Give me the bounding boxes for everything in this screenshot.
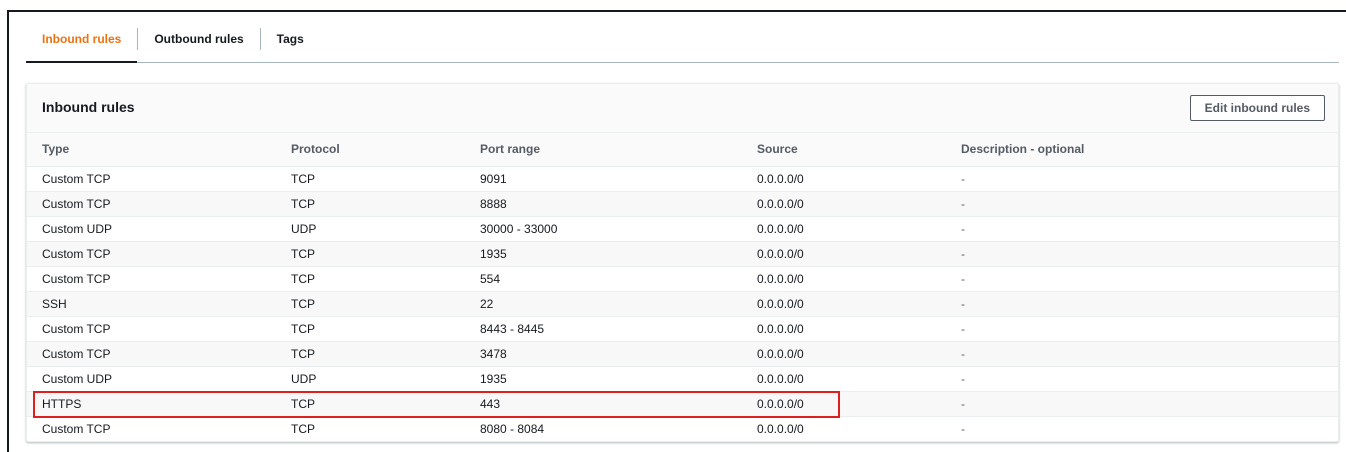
cell-source: 0.0.0.0/0 [742, 316, 946, 342]
column-header-protocol[interactable]: Protocol [276, 133, 465, 167]
cell-source: 0.0.0.0/0 [742, 416, 946, 441]
table-row[interactable]: Custom TCP TCP 8888 0.0.0.0/0 - [27, 191, 1338, 217]
cell-description: - [946, 366, 1338, 392]
cell-source: 0.0.0.0/0 [742, 266, 946, 292]
table-row[interactable]: SSH TCP 22 0.0.0.0/0 - [27, 291, 1338, 317]
column-header-type[interactable]: Type [27, 133, 276, 167]
cell-description: - [946, 266, 1338, 292]
table-row[interactable]: Custom TCP TCP 554 0.0.0.0/0 - [27, 266, 1338, 292]
cell-protocol: TCP [276, 291, 465, 317]
cell-type: SSH [27, 291, 276, 317]
cell-port-range: 8080 - 8084 [465, 416, 742, 441]
cell-port-range: 443 [465, 391, 742, 417]
cell-description: - [946, 191, 1338, 217]
inbound-rules-table: Type Protocol Port range Source Descript… [27, 133, 1338, 441]
cell-description: - [946, 241, 1338, 267]
cell-type: Custom UDP [27, 216, 276, 242]
column-header-port-range[interactable]: Port range [465, 133, 742, 167]
cell-protocol: TCP [276, 316, 465, 342]
table-row[interactable]: Custom UDP UDP 1935 0.0.0.0/0 - [27, 366, 1338, 392]
table-row[interactable]: Custom TCP TCP 3478 0.0.0.0/0 - [27, 341, 1338, 367]
tab-bar: Inbound rules Outbound rules Tags [26, 24, 1339, 63]
table-row[interactable]: Custom TCP TCP 9091 0.0.0.0/0 - [27, 166, 1338, 192]
table-row[interactable]: Custom TCP TCP 8080 - 8084 0.0.0.0/0 - [27, 416, 1338, 441]
cell-description: - [946, 316, 1338, 342]
cell-description: - [946, 216, 1338, 242]
cell-port-range: 8443 - 8445 [465, 316, 742, 342]
cell-protocol: TCP [276, 191, 465, 217]
cell-protocol: UDP [276, 366, 465, 392]
tab-tags[interactable]: Tags [261, 24, 320, 62]
cell-port-range: 554 [465, 266, 742, 292]
column-header-description[interactable]: Description - optional [946, 133, 1338, 167]
table-row[interactable]: Custom TCP TCP 8443 - 8445 0.0.0.0/0 - [27, 316, 1338, 342]
cell-port-range: 1935 [465, 241, 742, 267]
cell-protocol: TCP [276, 266, 465, 292]
cell-description: - [946, 291, 1338, 317]
edit-inbound-rules-button[interactable]: Edit inbound rules [1189, 95, 1325, 121]
tab-outbound-rules[interactable]: Outbound rules [138, 24, 259, 62]
cell-description: - [946, 166, 1338, 192]
cell-type: Custom TCP [27, 416, 276, 441]
cell-description: - [946, 341, 1338, 367]
cell-source: 0.0.0.0/0 [742, 166, 946, 192]
cell-protocol: TCP [276, 391, 465, 417]
cell-port-range: 30000 - 33000 [465, 216, 742, 242]
cell-type: Custom UDP [27, 366, 276, 392]
cell-type: Custom TCP [27, 341, 276, 367]
cell-source: 0.0.0.0/0 [742, 216, 946, 242]
table-row[interactable]: Custom TCP TCP 1935 0.0.0.0/0 - [27, 241, 1338, 267]
table-header-row: Type Protocol Port range Source Descript… [27, 133, 1338, 167]
cell-type: Custom TCP [27, 191, 276, 217]
cell-type: Custom TCP [27, 241, 276, 267]
cell-source: 0.0.0.0/0 [742, 341, 946, 367]
tab-inbound-rules[interactable]: Inbound rules [26, 24, 138, 63]
cell-type: HTTPS [27, 391, 276, 417]
cell-protocol: TCP [276, 416, 465, 441]
cell-description: - [946, 416, 1338, 441]
cell-type: Custom TCP [27, 266, 276, 292]
column-header-source[interactable]: Source [742, 133, 946, 167]
cell-port-range: 22 [465, 291, 742, 317]
cell-source: 0.0.0.0/0 [742, 391, 946, 417]
panel-title: Inbound rules [42, 99, 135, 115]
cell-port-range: 9091 [465, 166, 742, 192]
cell-type: Custom TCP [27, 166, 276, 192]
cell-port-range: 8888 [465, 191, 742, 217]
table-row[interactable]: Custom UDP UDP 30000 - 33000 0.0.0.0/0 - [27, 216, 1338, 242]
panel-header: Inbound rules Edit inbound rules [27, 84, 1338, 133]
cell-source: 0.0.0.0/0 [742, 241, 946, 267]
cell-protocol: TCP [276, 166, 465, 192]
cell-type: Custom TCP [27, 316, 276, 342]
cell-port-range: 1935 [465, 366, 742, 392]
cell-protocol: TCP [276, 241, 465, 267]
cell-source: 0.0.0.0/0 [742, 366, 946, 392]
cell-source: 0.0.0.0/0 [742, 291, 946, 317]
inbound-rules-panel: Inbound rules Edit inbound rules Type Pr… [26, 83, 1339, 442]
cell-protocol: UDP [276, 216, 465, 242]
table-row-highlighted[interactable]: HTTPS TCP 443 0.0.0.0/0 - [27, 391, 1338, 417]
cell-description: - [946, 391, 1338, 417]
cell-protocol: TCP [276, 341, 465, 367]
cell-port-range: 3478 [465, 341, 742, 367]
cell-source: 0.0.0.0/0 [742, 191, 946, 217]
